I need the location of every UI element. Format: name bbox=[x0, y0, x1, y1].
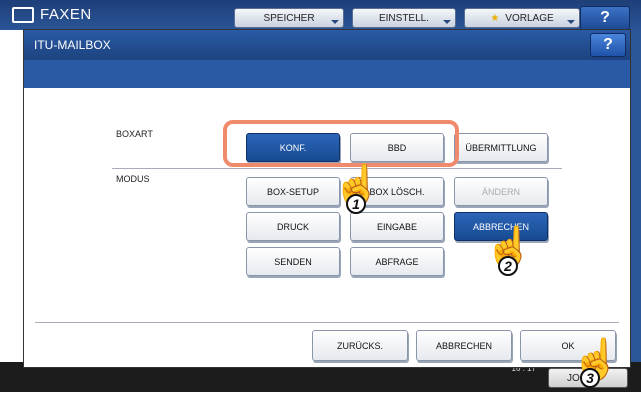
modus-abfrage-button[interactable]: ABFRAGE bbox=[350, 247, 444, 276]
step-3-badge: 3 bbox=[580, 368, 600, 388]
modus-eingabe-button[interactable]: EINGABE bbox=[350, 212, 444, 241]
tab-vorlage[interactable]: ★ VORLAGE bbox=[464, 8, 580, 28]
boxart-uebermittlung-button[interactable]: ÜBERMITTLUNG bbox=[454, 133, 548, 162]
dialog-title: ITU-MAILBOX bbox=[34, 38, 111, 52]
boxart-label: BOXART bbox=[116, 129, 153, 139]
modus-aendern-button[interactable]: ÄNDERN bbox=[454, 177, 548, 206]
dialog-header-band bbox=[24, 60, 630, 88]
star-icon: ★ bbox=[490, 12, 500, 24]
background-side-strip bbox=[631, 30, 641, 362]
dialog-help-button[interactable]: ? bbox=[590, 33, 626, 57]
fax-app-title: FAXEN bbox=[40, 6, 92, 23]
boxart-highlight-frame bbox=[223, 120, 459, 167]
footer-divider bbox=[35, 322, 619, 323]
zuruecks-button[interactable]: ZURÜCKS. bbox=[312, 330, 408, 361]
modus-senden-button[interactable]: SENDEN bbox=[246, 247, 340, 276]
modus-druck-button[interactable]: DRUCK bbox=[246, 212, 340, 241]
app-help-button[interactable]: ? bbox=[580, 6, 630, 30]
step-2-badge: 2 bbox=[498, 256, 518, 276]
footer-abbrechen-button[interactable]: ABBRECHEN bbox=[416, 330, 512, 361]
fax-icon bbox=[12, 7, 34, 23]
modus-label: MODUS bbox=[116, 174, 150, 184]
modus-box-setup-button[interactable]: BOX-SETUP bbox=[246, 177, 340, 206]
step-1-badge: 1 bbox=[346, 194, 366, 214]
tab-einstell[interactable]: EINSTELL. bbox=[352, 8, 456, 28]
dialog-titlebar: ITU-MAILBOX ? bbox=[24, 30, 630, 60]
tab-speicher[interactable]: SPEICHER bbox=[234, 8, 344, 28]
